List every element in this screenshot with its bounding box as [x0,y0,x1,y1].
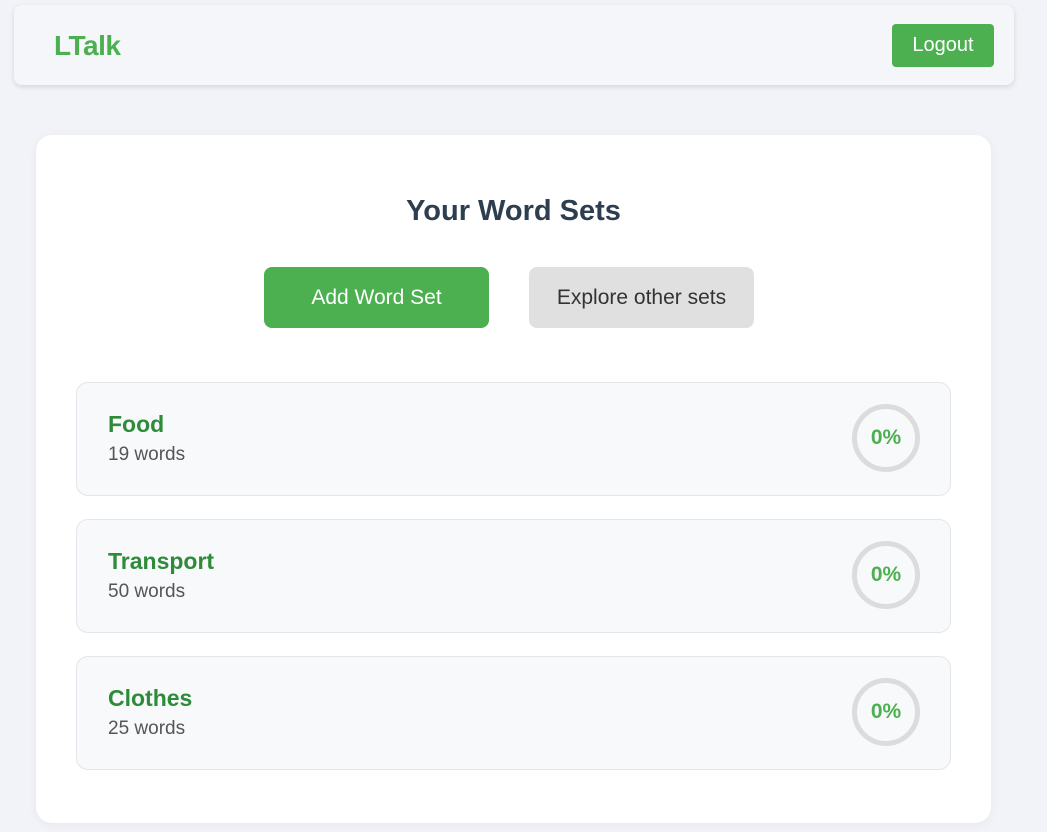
page-title: Your Word Sets [406,195,621,227]
word-set-name: Clothes [108,685,193,711]
word-set-item-clothes[interactable]: Clothes 25 words 0% [76,656,951,770]
word-set-list: Food 19 words 0% Transport 50 words 0% C… [76,382,951,793]
logout-button[interactable]: Logout [892,24,994,67]
word-set-name: Food [108,411,165,437]
word-set-item-food[interactable]: Food 19 words 0% [76,382,951,496]
progress-circle: 0% [852,541,920,609]
navbar: LTalk Logout [14,5,1014,85]
word-set-count: 25 words [108,718,186,739]
word-set-name: Transport [108,548,215,574]
word-set-count: 50 words [108,581,186,602]
word-sets-card: Your Word Sets Add Word Set Explore othe… [36,135,991,823]
word-set-item-transport[interactable]: Transport 50 words 0% [76,519,951,633]
explore-other-sets-button[interactable]: Explore other sets [529,267,754,328]
progress-circle: 0% [852,678,920,746]
app-logo[interactable]: LTalk [54,29,121,63]
progress-circle: 0% [852,404,920,472]
add-word-set-button[interactable]: Add Word Set [264,267,489,328]
word-set-count: 19 words [108,444,186,465]
